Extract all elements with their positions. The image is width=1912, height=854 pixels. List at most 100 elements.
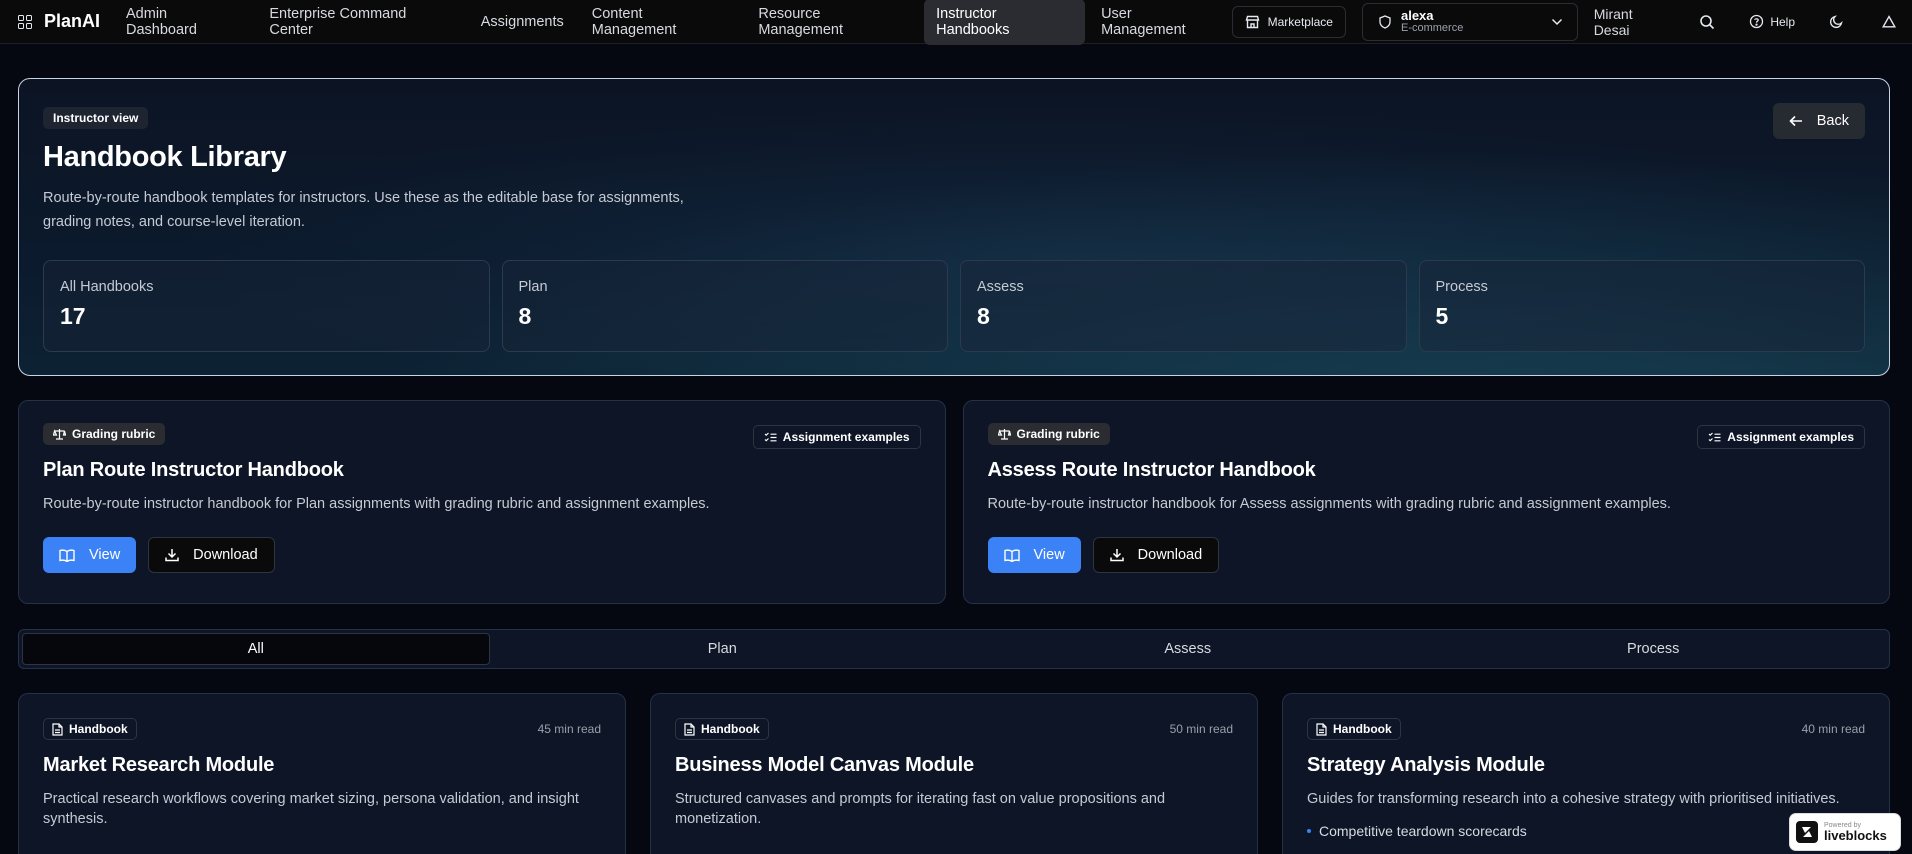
book-open-icon bbox=[1003, 549, 1020, 562]
org-name: alexa bbox=[1400, 7, 1434, 23]
org-type: E-commerce bbox=[1400, 21, 1464, 34]
nav-enterprise-command-center[interactable]: Enterprise Command Center bbox=[257, 0, 464, 45]
handbook-title: Market Research Module bbox=[43, 754, 275, 776]
book-open-icon bbox=[59, 549, 75, 562]
card-actions: View Download bbox=[43, 537, 921, 573]
page-title: Handbook Library bbox=[43, 141, 287, 173]
stat-assess: Assess 8 bbox=[960, 260, 1407, 352]
nav-resource-management[interactable]: Resource Management bbox=[746, 0, 920, 45]
user-name[interactable]: Mirant Desai bbox=[1594, 6, 1672, 38]
nav-right: Marketplace alexa E-commerce Mirant Desa… bbox=[1231, 2, 1912, 41]
liveblocks-label: liveblocks bbox=[1824, 828, 1887, 843]
stat-label: Assess bbox=[977, 279, 1024, 295]
download-button[interactable]: Download bbox=[1092, 537, 1220, 573]
bullet-text: Competitive teardown scorecards bbox=[1319, 823, 1527, 839]
grading-rubric-tag: Grading rubric bbox=[987, 423, 1110, 445]
scale-icon bbox=[53, 428, 66, 440]
tag-label: Grading rubric bbox=[72, 427, 156, 441]
handbook-tag: Handbook bbox=[43, 718, 137, 740]
handbook-description: Route-by-route instructor handbook for P… bbox=[43, 496, 710, 512]
liveblocks-badge[interactable]: Powered by liveblocks bbox=[1790, 814, 1900, 850]
tab-plan[interactable]: Plan bbox=[490, 633, 956, 665]
scale-icon bbox=[997, 428, 1011, 440]
handbook-card-market-research[interactable]: Handbook 45 min read Market Research Mod… bbox=[18, 693, 626, 854]
help-label: Help bbox=[1770, 14, 1795, 29]
moon-icon[interactable] bbox=[1829, 14, 1844, 29]
stat-label: All Handbooks bbox=[60, 279, 154, 295]
handbook-grid: Handbook 45 min read Market Research Mod… bbox=[18, 693, 1890, 854]
assignment-examples-tag: Assignment examples bbox=[752, 425, 921, 449]
download-label: Download bbox=[193, 547, 258, 563]
nav-content-management[interactable]: Content Management bbox=[580, 0, 743, 45]
nav-admin-dashboard[interactable]: Admin Dashboard bbox=[114, 0, 253, 45]
search-icon[interactable] bbox=[1699, 14, 1715, 30]
stat-label: Process bbox=[1435, 279, 1488, 295]
back-button[interactable]: Back bbox=[1772, 103, 1865, 139]
nav-user-management[interactable]: User Management bbox=[1089, 0, 1232, 45]
triangle-icon[interactable] bbox=[1882, 15, 1896, 28]
download-icon bbox=[165, 548, 179, 562]
bullet-item: Competitive teardown scorecards bbox=[1307, 823, 1865, 839]
tab-all[interactable]: All bbox=[22, 633, 490, 665]
file-text-icon bbox=[684, 722, 695, 736]
handbook-description: Practical research workflows covering ma… bbox=[43, 791, 579, 827]
nav-assignments[interactable]: Assignments bbox=[469, 7, 576, 37]
tag-label: Grading rubric bbox=[1016, 427, 1100, 441]
tag-label: Assignment examples bbox=[782, 430, 910, 444]
tag-label: Assignment examples bbox=[1727, 430, 1854, 444]
featured-card-assess: Grading rubric Assignment examples Asses… bbox=[962, 400, 1890, 604]
handbook-description: Route-by-route instructor handbook for A… bbox=[987, 496, 1671, 512]
shield-icon bbox=[1379, 14, 1391, 29]
stat-process: Process 5 bbox=[1418, 260, 1865, 352]
view-label: View bbox=[89, 547, 121, 563]
view-label: View bbox=[1033, 547, 1065, 563]
card-actions: View Download bbox=[987, 537, 1866, 573]
page-description: Route-by-route handbook templates for in… bbox=[43, 190, 684, 230]
hero-panel: Instructor view Handbook Library Route-b… bbox=[18, 78, 1890, 376]
assignment-examples-tag: Assignment examples bbox=[1697, 425, 1865, 449]
chevron-down-icon bbox=[1551, 18, 1563, 26]
checklist-icon bbox=[764, 432, 777, 443]
route-filter-tabs: All Plan Assess Process bbox=[18, 629, 1890, 669]
tab-assess[interactable]: Assess bbox=[955, 633, 1421, 665]
read-time: 50 min read bbox=[1169, 722, 1233, 736]
handbook-bullets: Competitive teardown scorecards bbox=[1307, 823, 1865, 839]
download-button[interactable]: Download bbox=[148, 537, 275, 573]
brand-logo[interactable]: PlanAI bbox=[44, 11, 100, 32]
marketplace-button[interactable]: Marketplace bbox=[1231, 5, 1346, 38]
help-circle-icon bbox=[1749, 14, 1764, 29]
stat-plan: Plan 8 bbox=[501, 260, 948, 352]
bullet-dot-icon bbox=[1307, 829, 1311, 833]
nav-instructor-handbooks[interactable]: Instructor Handbooks bbox=[924, 0, 1086, 45]
org-text: alexa E-commerce bbox=[1401, 9, 1463, 34]
handbook-card-business-model-canvas[interactable]: Handbook 50 min read Business Model Canv… bbox=[650, 693, 1258, 854]
org-switcher[interactable]: alexa E-commerce bbox=[1361, 2, 1578, 41]
download-label: Download bbox=[1137, 547, 1203, 563]
instructor-view-badge: Instructor view bbox=[43, 107, 149, 129]
file-text-icon bbox=[52, 722, 63, 736]
featured-card-plan: Grading rubric Assignment examples Plan … bbox=[18, 400, 946, 604]
view-button[interactable]: View bbox=[43, 537, 137, 573]
liveblocks-logo-icon bbox=[1796, 821, 1818, 843]
liveblocks-text: Powered by liveblocks bbox=[1824, 822, 1887, 842]
marketplace-label: Marketplace bbox=[1267, 14, 1333, 29]
handbook-title: Business Model Canvas Module bbox=[675, 754, 974, 776]
stat-all-handbooks: All Handbooks 17 bbox=[43, 260, 490, 352]
apps-grid-icon[interactable] bbox=[18, 14, 32, 29]
stat-label: Plan bbox=[518, 279, 548, 295]
featured-handbooks: Grading rubric Assignment examples Plan … bbox=[18, 400, 1890, 604]
stat-value: 8 bbox=[518, 303, 532, 329]
tag-label: Handbook bbox=[701, 722, 760, 736]
tag-label: Handbook bbox=[69, 722, 128, 736]
view-button[interactable]: View bbox=[987, 537, 1081, 573]
stat-value: 5 bbox=[1435, 303, 1449, 329]
handbook-tag: Handbook bbox=[675, 718, 769, 740]
store-icon bbox=[1245, 15, 1260, 29]
top-nav: PlanAI Admin Dashboard Enterprise Comman… bbox=[0, 0, 1912, 45]
back-label: Back bbox=[1816, 113, 1849, 129]
file-text-icon bbox=[1316, 722, 1327, 736]
help-button[interactable]: Help bbox=[1749, 14, 1795, 29]
arrow-left-icon bbox=[1789, 115, 1803, 127]
handbook-tag: Handbook bbox=[1307, 718, 1401, 740]
tab-process[interactable]: Process bbox=[1421, 633, 1887, 665]
